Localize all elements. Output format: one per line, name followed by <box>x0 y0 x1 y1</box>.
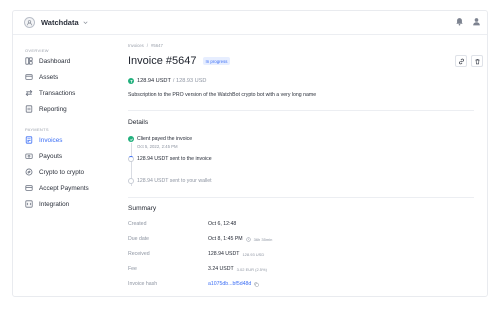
summary-key: Fee <box>128 266 137 272</box>
timeline-item: 128.94 USDT sent to your wallet <box>128 178 212 184</box>
workspace-switcher[interactable]: Watchdata <box>24 17 89 28</box>
page-title: Invoice #5647 <box>128 55 197 67</box>
breadcrumb-link-invoices[interactable]: Invoices <box>128 43 144 48</box>
summary-value: Oct 6, 12:48 <box>208 221 237 227</box>
sidebar-item-label: Accept Payments <box>39 184 89 192</box>
sidebar-item-reporting[interactable]: Reporting <box>25 103 113 115</box>
assets-icon <box>25 74 33 80</box>
summary-row-created: Created Oct 6, 12:48 <box>128 219 474 229</box>
invoice-hash-link[interactable]: a1075db...bf5d48d <box>208 281 251 287</box>
timeline-date: Oct 5, 2022, 2:45 PM <box>137 144 178 149</box>
timeline-label: 128.94 USDT sent to your wallet <box>137 178 212 184</box>
status-badge: In progress <box>202 57 231 65</box>
sidebar-item-dashboard[interactable]: Dashboard <box>25 55 113 67</box>
summary-key: Due date <box>128 236 150 242</box>
amount-usdt: 128.94 USDT <box>137 78 171 84</box>
sidebar-item-label: Integration <box>39 200 70 208</box>
sidebar-item-accept-payments[interactable]: Accept Payments <box>25 182 113 194</box>
summary-value: 128.94 USDT <box>208 251 240 257</box>
sidebar-item-crypto-to-crypto[interactable]: Crypto to crypto <box>25 166 113 178</box>
sidebar-item-transactions[interactable]: Transactions <box>25 87 113 99</box>
notification-bell-icon[interactable] <box>455 17 464 26</box>
card-icon <box>25 185 33 191</box>
invoice-amount: 128.94 USDT / 128.93 USD <box>128 78 206 84</box>
reporting-icon <box>25 105 33 113</box>
app-window: Watchdata OVERVIEW Dashboard Assets Tran… <box>12 10 488 297</box>
summary-extra: 3.02 EUR (2.5%) <box>236 266 267 272</box>
clock-icon <box>245 236 251 242</box>
timeline-item: 128.94 USDT sent to the invoice <box>128 156 212 162</box>
invoice-description: Subscription to the PRO version of the W… <box>128 92 317 98</box>
time-remaining: 36h 35min <box>253 236 273 242</box>
timeline-item: Client payed the invoice Oct 5, 2022, 2:… <box>128 136 192 149</box>
summary-row-received: Received 128.94 USDT 128.93 USD <box>128 249 474 259</box>
sidebar: OVERVIEW Dashboard Assets Transactions R… <box>13 35 117 296</box>
summary-value: Oct 8, 1:45 PM <box>208 236 243 242</box>
summary-value: 6weccuy5678zz23 <box>208 296 251 297</box>
summary-key: Created <box>128 221 147 227</box>
sidebar-item-label: Reporting <box>39 105 67 113</box>
payouts-icon <box>25 153 33 159</box>
summary-row-invoice-hash: Invoice hash a1075db...bf5d48d <box>128 279 474 289</box>
delete-button[interactable] <box>471 55 483 67</box>
copy-link-button[interactable] <box>455 55 467 67</box>
section-label-payments: PAYMENTS <box>25 127 49 132</box>
summary-title: Summary <box>128 205 157 212</box>
link-icon <box>458 58 464 64</box>
dashboard-icon <box>25 57 33 65</box>
integration-icon <box>25 200 33 208</box>
amount-usd: / 128.93 USD <box>172 78 207 84</box>
details-title: Details <box>128 119 149 126</box>
top-bar: Watchdata <box>13 11 487 35</box>
user-profile-icon[interactable] <box>472 17 481 26</box>
summary-value: 3.24 USDT <box>208 266 234 272</box>
summary-key: Invoice hash <box>128 281 158 287</box>
loading-spinner-icon <box>128 156 134 162</box>
sidebar-item-label: Dashboard <box>39 57 71 65</box>
summary-key: Received <box>128 251 150 257</box>
trash-icon <box>474 58 480 64</box>
divider <box>128 110 474 111</box>
sidebar-item-label: Assets <box>39 73 59 81</box>
timeline-label: Client payed the invoice <box>137 136 193 142</box>
sidebar-item-payouts[interactable]: Payouts <box>25 150 113 162</box>
summary-row-fee: Fee 3.24 USDT 3.02 EUR (2.5%) <box>128 264 474 274</box>
sidebar-item-assets[interactable]: Assets <box>25 71 113 83</box>
summary-extra: 128.93 USD <box>242 251 265 257</box>
sidebar-item-label: Crypto to crypto <box>39 168 85 176</box>
sidebar-item-invoices[interactable]: Invoices <box>25 134 113 146</box>
breadcrumb-current: #5647 <box>150 43 163 48</box>
usdt-coin-icon <box>128 78 134 84</box>
check-icon <box>128 136 134 142</box>
sidebar-item-integration[interactable]: Integration <box>25 198 113 210</box>
copy-icon[interactable] <box>254 282 259 287</box>
sidebar-item-label: Payouts <box>39 152 63 160</box>
pending-circle-icon <box>128 178 134 184</box>
main-content: Invoices / #5647 Invoice #5647 In progre… <box>128 35 487 297</box>
app-name: Watchdata <box>41 18 79 27</box>
sidebar-item-label: Transactions <box>39 89 76 97</box>
divider <box>128 197 474 198</box>
section-label-overview: OVERVIEW <box>25 48 49 53</box>
chevron-down-icon <box>83 21 88 25</box>
summary-key: External ID <box>128 296 208 297</box>
transactions-icon <box>25 89 33 97</box>
invoice-icon <box>25 136 33 144</box>
summary-row-due-date: Due date Oct 8, 1:45 PM 36h 35min <box>128 234 474 244</box>
breadcrumb: Invoices / #5647 <box>128 43 163 48</box>
sidebar-item-label: Invoices <box>39 136 63 144</box>
timeline-label: 128.94 USDT sent to the invoice <box>137 156 212 162</box>
breadcrumb-separator: / <box>146 43 148 48</box>
exchange-icon <box>25 168 33 176</box>
summary-row-external-id: External ID 6weccuy5678zz23 <box>128 294 474 297</box>
brand-logo-icon <box>24 17 35 28</box>
